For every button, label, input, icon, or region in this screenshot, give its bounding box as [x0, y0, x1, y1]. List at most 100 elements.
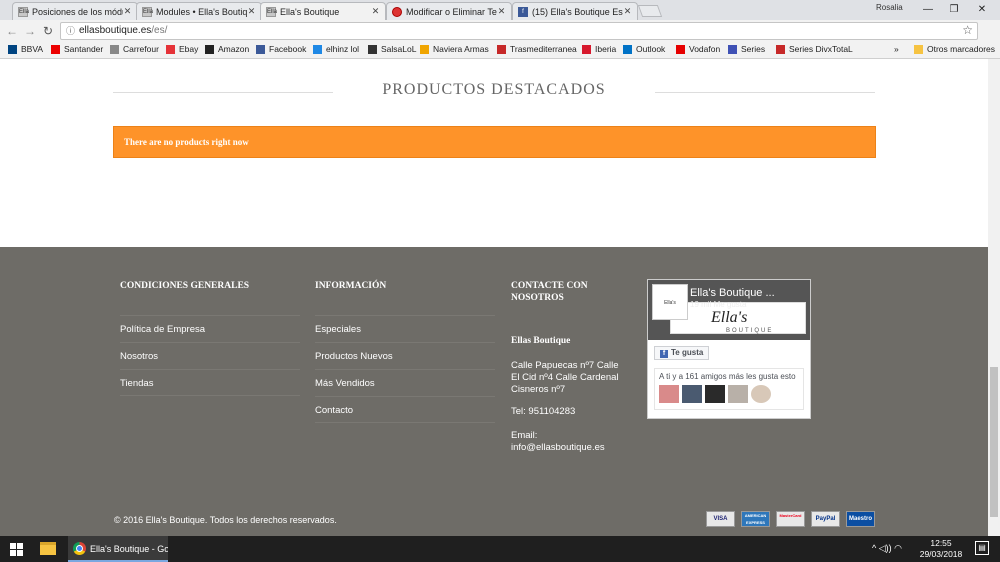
- close-window-icon[interactable]: ✕: [970, 2, 994, 18]
- bookmark-naviera-armas[interactable]: Naviera Armas: [420, 44, 489, 54]
- tab-title: Ella's Boutique: [280, 6, 340, 17]
- bookmark-favicon-icon: [623, 44, 632, 54]
- payment-card-paypal: PayPal: [811, 511, 840, 527]
- windows-taskbar: Ella's Boutique - Go... ^ ◁)) ◠ 12:55 29…: [0, 536, 1000, 562]
- bookmark-favicon-icon: [676, 44, 685, 54]
- footer-link-vendidos[interactable]: Más Vendidos: [315, 369, 495, 396]
- close-tab-icon[interactable]: ✕: [497, 6, 506, 17]
- bookmark-iberia[interactable]: Iberia: [582, 44, 616, 54]
- taskbar-window-title: Ella's Boutique - Go...: [90, 544, 168, 554]
- reload-icon[interactable]: ↻: [40, 23, 56, 39]
- tab-modules[interactable]: Ella Modules • Ella's Boutique ✕: [136, 2, 262, 20]
- payment-card-visa: VISA: [706, 511, 735, 527]
- bookmark-santander[interactable]: Santander: [51, 44, 103, 54]
- tab-title: Modules • Ella's Boutique: [156, 6, 247, 17]
- restore-icon[interactable]: ❐: [942, 2, 966, 18]
- bookmark-bbva[interactable]: BBVA: [8, 44, 43, 54]
- payment-card-american-express: AMERICAN EXPRESS: [741, 511, 770, 527]
- page-scrollbar[interactable]: [988, 59, 1000, 536]
- bookmark-trasmediterranea[interactable]: Trasmediterranea: [497, 44, 577, 54]
- folder-icon: [914, 44, 923, 54]
- info-icon[interactable]: ⓘ: [66, 23, 75, 39]
- bookmarks-overflow-button[interactable]: »: [894, 44, 899, 54]
- windows-start-icon[interactable]: [10, 543, 23, 556]
- bookmark-label: Vodafon: [689, 44, 721, 54]
- facebook-icon: f: [660, 350, 668, 358]
- bookmark-elhinz-lol[interactable]: elhinz lol: [313, 44, 359, 54]
- friend-avatar[interactable]: [682, 385, 702, 403]
- notifications-icon[interactable]: ▤: [975, 541, 989, 555]
- browser-toolbar: ← → ↻ ⓘ ellasboutique.es/es/ ☆ ⋮: [0, 20, 1000, 55]
- system-tray-icons[interactable]: ^ ◁)) ◠: [872, 543, 902, 554]
- close-tab-icon[interactable]: ✕: [371, 6, 380, 17]
- facebook-cover[interactable]: Ella's BOUTIQUE Ella's Ella's Boutique .…: [648, 280, 810, 340]
- tab-modificar[interactable]: Modificar o Eliminar Texto ✕: [386, 2, 512, 20]
- bookmark-label: Trasmediterranea: [510, 44, 577, 54]
- store-address: Calle Papuecas nº7 Calle El Cid nº4 Call…: [511, 360, 619, 395]
- bookmark-label: Amazon: [218, 44, 250, 54]
- bookmark-label: Outlook: [636, 44, 666, 54]
- bookmark-vodafon[interactable]: Vodafon: [676, 44, 720, 54]
- bookmark-outlook[interactable]: Outlook: [623, 44, 665, 54]
- tab-title: Posiciones de los módulos: [32, 6, 123, 17]
- scrollbar-thumb[interactable]: [990, 367, 998, 517]
- profile-name[interactable]: Rosalia: [876, 3, 903, 12]
- friend-avatar[interactable]: [751, 385, 771, 403]
- back-arrow-icon[interactable]: ←: [4, 23, 20, 39]
- email-link[interactable]: info@ellasboutique.es: [511, 442, 605, 453]
- close-tab-icon[interactable]: ✕: [123, 6, 132, 17]
- bookmark-salsalol[interactable]: SalsaLoL: [368, 44, 416, 54]
- forward-arrow-icon[interactable]: →: [22, 23, 38, 39]
- bookmark-ebay[interactable]: Ebay: [166, 44, 198, 54]
- file-explorer-icon[interactable]: [40, 542, 56, 555]
- friend-avatar[interactable]: [728, 385, 748, 403]
- tab-facebook[interactable]: f (15) Ella's Boutique Estepona ✕: [512, 2, 638, 20]
- payment-card-mastercard: MasterCard: [776, 511, 805, 527]
- footer-col-info: INFORMACIÓN Especiales Productos Nuevos …: [315, 280, 495, 423]
- taskbar-clock[interactable]: 12:55 29/03/2018: [915, 538, 967, 560]
- bookmark-label: Ebay: [179, 44, 199, 54]
- bookmark-facebook[interactable]: Facebook: [256, 44, 306, 54]
- bookmark-label: SalsaLoL: [381, 44, 417, 54]
- footer-link-nosotros[interactable]: Nosotros: [120, 342, 300, 369]
- bookmark-favicon-icon: [728, 44, 737, 54]
- facebook-page-name[interactable]: Ella's Boutique ...: [690, 287, 802, 299]
- close-tab-icon[interactable]: ✕: [247, 6, 256, 17]
- minimize-icon[interactable]: —: [916, 2, 940, 18]
- footer-link-nuevos[interactable]: Productos Nuevos: [315, 342, 495, 369]
- bookmark-star-icon[interactable]: ☆: [962, 22, 973, 38]
- bookmark-label: Series: [741, 44, 766, 54]
- bookmark-favicon-icon: [313, 44, 322, 54]
- facebook-page-widget[interactable]: Ella's BOUTIQUE Ella's Ella's Boutique .…: [647, 279, 811, 419]
- favicon-icon: Ella: [266, 6, 278, 17]
- web-page: PRODUCTOS DESTACADOS There are no produc…: [0, 59, 988, 536]
- footer-link-especiales[interactable]: Especiales: [315, 315, 495, 342]
- facebook-like-button[interactable]: f Te gusta: [654, 346, 710, 360]
- footer-link-tiendas[interactable]: Tiendas: [120, 369, 300, 396]
- friends-text: A ti y a 161 amigos más les gusta esto: [659, 372, 796, 381]
- bookmark-favicon-icon: [8, 44, 17, 54]
- empty-products-alert: There are no products right now: [113, 126, 876, 158]
- close-tab-icon[interactable]: ✕: [623, 6, 632, 17]
- friend-avatars: [659, 385, 799, 403]
- tab-strip: Ella Posiciones de los módulos ✕ Ella Mo…: [0, 0, 1000, 20]
- bookmark-series[interactable]: Series: [728, 44, 765, 54]
- other-bookmarks-folder[interactable]: Otros marcadores: [914, 44, 995, 54]
- friend-avatar[interactable]: [705, 385, 725, 403]
- tab-posiciones[interactable]: Ella Posiciones de los módulos ✕: [12, 2, 138, 20]
- bookmark-amazon[interactable]: Amazon: [205, 44, 249, 54]
- bookmark-favicon-icon: [110, 44, 119, 54]
- friend-avatar[interactable]: [659, 385, 679, 403]
- footer-link-politica[interactable]: Política de Empresa: [120, 315, 300, 342]
- tab-ellas-boutique[interactable]: Ella Ella's Boutique ✕: [260, 2, 386, 20]
- store-name: Ellas Boutique: [511, 336, 571, 346]
- facebook-page-avatar[interactable]: Ella's: [652, 284, 688, 320]
- address-bar[interactable]: ⓘ ellasboutique.es/es/ ☆: [60, 22, 978, 40]
- bookmark-carrefour[interactable]: Carrefour: [110, 44, 159, 54]
- new-tab-button[interactable]: [637, 5, 663, 17]
- section-title: PRODUCTOS DESTACADOS: [382, 81, 606, 98]
- bookmark-series-divxtotal[interactable]: Series DivxTotaL: [776, 44, 853, 54]
- footer-link-list: Política de Empresa Nosotros Tiendas: [120, 315, 300, 396]
- taskbar-chrome-window[interactable]: Ella's Boutique - Go...: [68, 536, 168, 562]
- footer-link-contacto[interactable]: Contacto: [315, 396, 495, 423]
